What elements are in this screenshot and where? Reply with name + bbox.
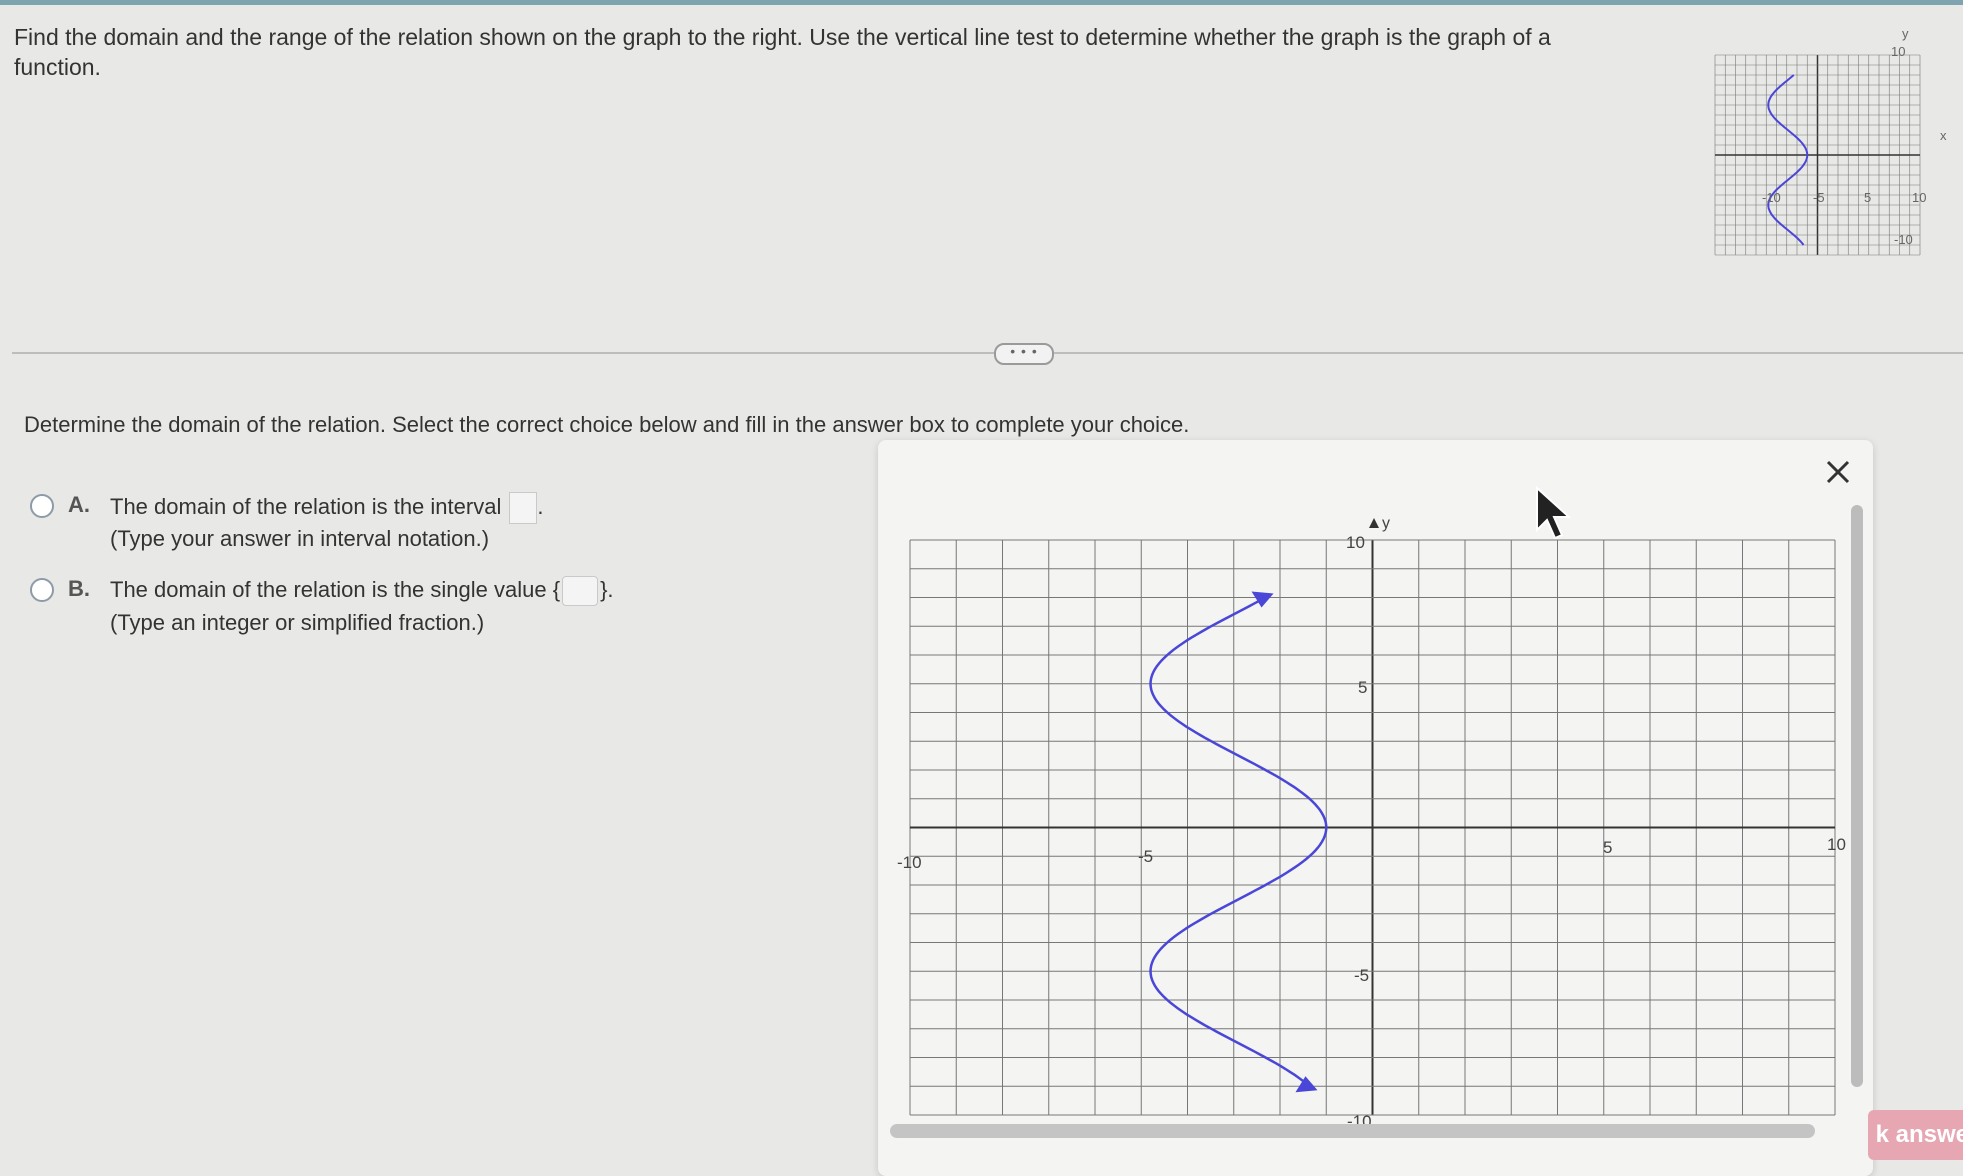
check-answer-label: k answe bbox=[1875, 1121, 1963, 1148]
expand-button[interactable]: • • • bbox=[994, 343, 1054, 365]
close-icon[interactable] bbox=[1818, 452, 1858, 492]
graph-grid bbox=[909, 539, 1836, 1116]
choice-a-hint: (Type your answer in interval notation.) bbox=[110, 526, 490, 551]
relation-graph: -10 -5 5 10 10 5 -5 -10 y bbox=[897, 515, 1846, 1131]
top-accent-bar bbox=[0, 0, 1963, 5]
thumbnail-curve bbox=[1767, 74, 1809, 246]
thumbnail-grid bbox=[1714, 54, 1921, 256]
thumbnail-tick-x-neg10: -10 bbox=[1762, 190, 1781, 205]
tick-x-neg10: -10 bbox=[897, 853, 922, 872]
section-divider bbox=[12, 352, 1963, 354]
single-value-answer-box[interactable] bbox=[562, 576, 599, 606]
question-text: Find the domain and the range of the rel… bbox=[14, 24, 1551, 80]
domain-prompt: Determine the domain of the relation. Se… bbox=[24, 412, 1190, 437]
choice-a-text: The domain of the relation is the interv… bbox=[110, 493, 502, 519]
tick-y-5: 5 bbox=[1358, 678, 1367, 697]
y-axis-label: y bbox=[1382, 515, 1390, 532]
mouse-cursor-icon bbox=[1536, 486, 1572, 540]
tick-y-neg5: -5 bbox=[1354, 966, 1369, 985]
thumbnail-x-label: x bbox=[1940, 128, 1947, 143]
horizontal-scrollbar[interactable] bbox=[890, 1124, 1815, 1138]
vertical-scrollbar[interactable] bbox=[1851, 505, 1863, 1087]
thumbnail-tick-x-neg5: -5 bbox=[1813, 190, 1825, 205]
radio-a[interactable] bbox=[30, 494, 54, 518]
y-axis-arrow-icon bbox=[1369, 518, 1379, 528]
thumbnail-graph[interactable]: -10 -5 5 10 10 -10 x y bbox=[1700, 22, 1960, 272]
tick-y-10: 10 bbox=[1346, 533, 1365, 552]
thumbnail-tick-x-5: 5 bbox=[1864, 190, 1871, 205]
choice-a-letter: A. bbox=[68, 492, 90, 517]
curve-arrow-top bbox=[1251, 591, 1274, 608]
tick-x-5: 5 bbox=[1603, 838, 1612, 857]
choice-b-text: The domain of the relation is the single… bbox=[110, 576, 547, 602]
radio-b[interactable] bbox=[30, 578, 54, 602]
thumbnail-tick-x-10: 10 bbox=[1912, 190, 1926, 205]
check-answer-button[interactable]: k answe bbox=[1868, 1110, 1963, 1160]
tick-x-neg5: -5 bbox=[1138, 847, 1153, 866]
choice-b-hint: (Type an integer or simplified fraction.… bbox=[110, 610, 485, 635]
thumbnail-y-label: y bbox=[1902, 26, 1909, 41]
relation-curve bbox=[1149, 596, 1328, 1088]
thumbnail-tick-y-10: 10 bbox=[1891, 44, 1905, 59]
tick-x-10: 10 bbox=[1827, 835, 1846, 854]
interval-answer-box[interactable] bbox=[509, 492, 538, 524]
thumbnail-tick-y-neg10: -10 bbox=[1894, 232, 1913, 247]
choice-b-letter: B. bbox=[68, 576, 90, 601]
